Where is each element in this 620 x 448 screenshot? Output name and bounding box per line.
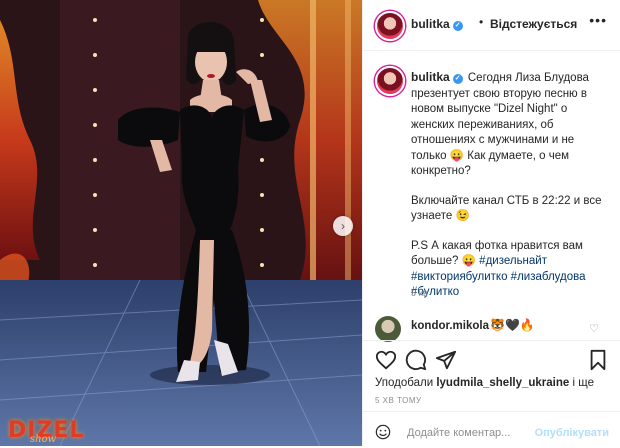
caption-paragraph-3: P.S А какая фотка нравится вам больше? 😛…	[411, 239, 607, 301]
post-actions: Уподобали lyudmila_shelly_ukraine і ще 5…	[363, 340, 620, 441]
likes-suffix[interactable]: і ще	[572, 377, 593, 389]
caption-username[interactable]: bulitka ✓	[411, 70, 463, 84]
emoji-icon[interactable]	[375, 424, 391, 440]
more-options-icon[interactable]: •••	[589, 12, 607, 28]
following-button[interactable]: Відстежується	[490, 17, 577, 31]
comment-text: 🐯🖤🔥	[490, 318, 535, 332]
author-avatar[interactable]	[375, 11, 405, 41]
caption-text-1: Сегодня Лиза Блудова презентует свою вто…	[411, 72, 589, 177]
likes-prefix: Уподобали	[375, 377, 434, 389]
caption-time[interactable]: 5 хв	[411, 288, 428, 298]
verified-badge-icon: ✓	[452, 74, 463, 84]
heart-outline-icon[interactable]: ♡	[589, 322, 599, 335]
author-username[interactable]: bulitka ✓	[411, 17, 463, 31]
liked-by-user[interactable]: lyudmila_shelly_ukraine	[436, 377, 569, 389]
caption-paragraph-1: bulitka ✓ Сегодня Лиза Блудова презентует…	[411, 70, 607, 180]
commenter-username[interactable]: kondor.mikola	[411, 320, 489, 332]
post-photo[interactable]: DIZEL show ›	[0, 0, 362, 446]
caption-paragraph-2: Включайте канал СТБ в 22:22 и все узнает…	[411, 194, 602, 223]
show-logo-subtitle: show	[30, 434, 57, 445]
header-separator: •	[479, 15, 484, 29]
bookmark-icon[interactable]	[587, 349, 609, 371]
next-photo-button[interactable]: ›	[333, 216, 353, 236]
publish-button[interactable]: Опублікувати	[535, 427, 609, 439]
post-header: bulitka ✓ • Відстежується •••	[363, 0, 620, 51]
verified-badge-icon: ✓	[452, 21, 463, 31]
comment-icon[interactable]	[405, 349, 427, 371]
hashtag-link[interactable]: #дизельнайт	[479, 255, 547, 267]
caption-author-avatar[interactable]	[375, 66, 405, 96]
heart-icon[interactable]	[375, 349, 397, 371]
post-sidebar: bulitka ✓ • Відстежується ••• bulitka ✓ Се…	[362, 0, 620, 446]
hashtag-link[interactable]: #викториябулитко	[411, 271, 507, 283]
author-username-text: bulitka	[411, 17, 450, 31]
post-date[interactable]: 5 ХВ ТОМУ	[375, 396, 422, 405]
caption-area: bulitka ✓ Сегодня Лиза Блудова презентует…	[363, 50, 620, 340]
hashtag-link[interactable]: #лизаблудова	[511, 271, 586, 283]
post-caption: bulitka ✓ Сегодня Лиза Блудова презентует…	[411, 70, 607, 315]
add-comment-bar: Додайте коментар... Опублікувати	[363, 411, 620, 448]
instagram-post: DIZEL show › bulitka ✓ • Відстежується ••…	[0, 0, 620, 446]
comment-input[interactable]: Додайте коментар...	[407, 427, 510, 439]
share-icon[interactable]	[435, 349, 457, 371]
caption-username-text: bulitka	[411, 70, 450, 84]
comment-row: kondor.mikola 🐯🖤🔥 ♡	[363, 312, 620, 342]
chevron-right-icon: ›	[341, 219, 345, 233]
stage-scene	[0, 0, 362, 446]
commenter-avatar[interactable]	[375, 316, 401, 342]
likes-summary: Уподобали lyudmila_shelly_ukraine і ще	[375, 377, 594, 389]
